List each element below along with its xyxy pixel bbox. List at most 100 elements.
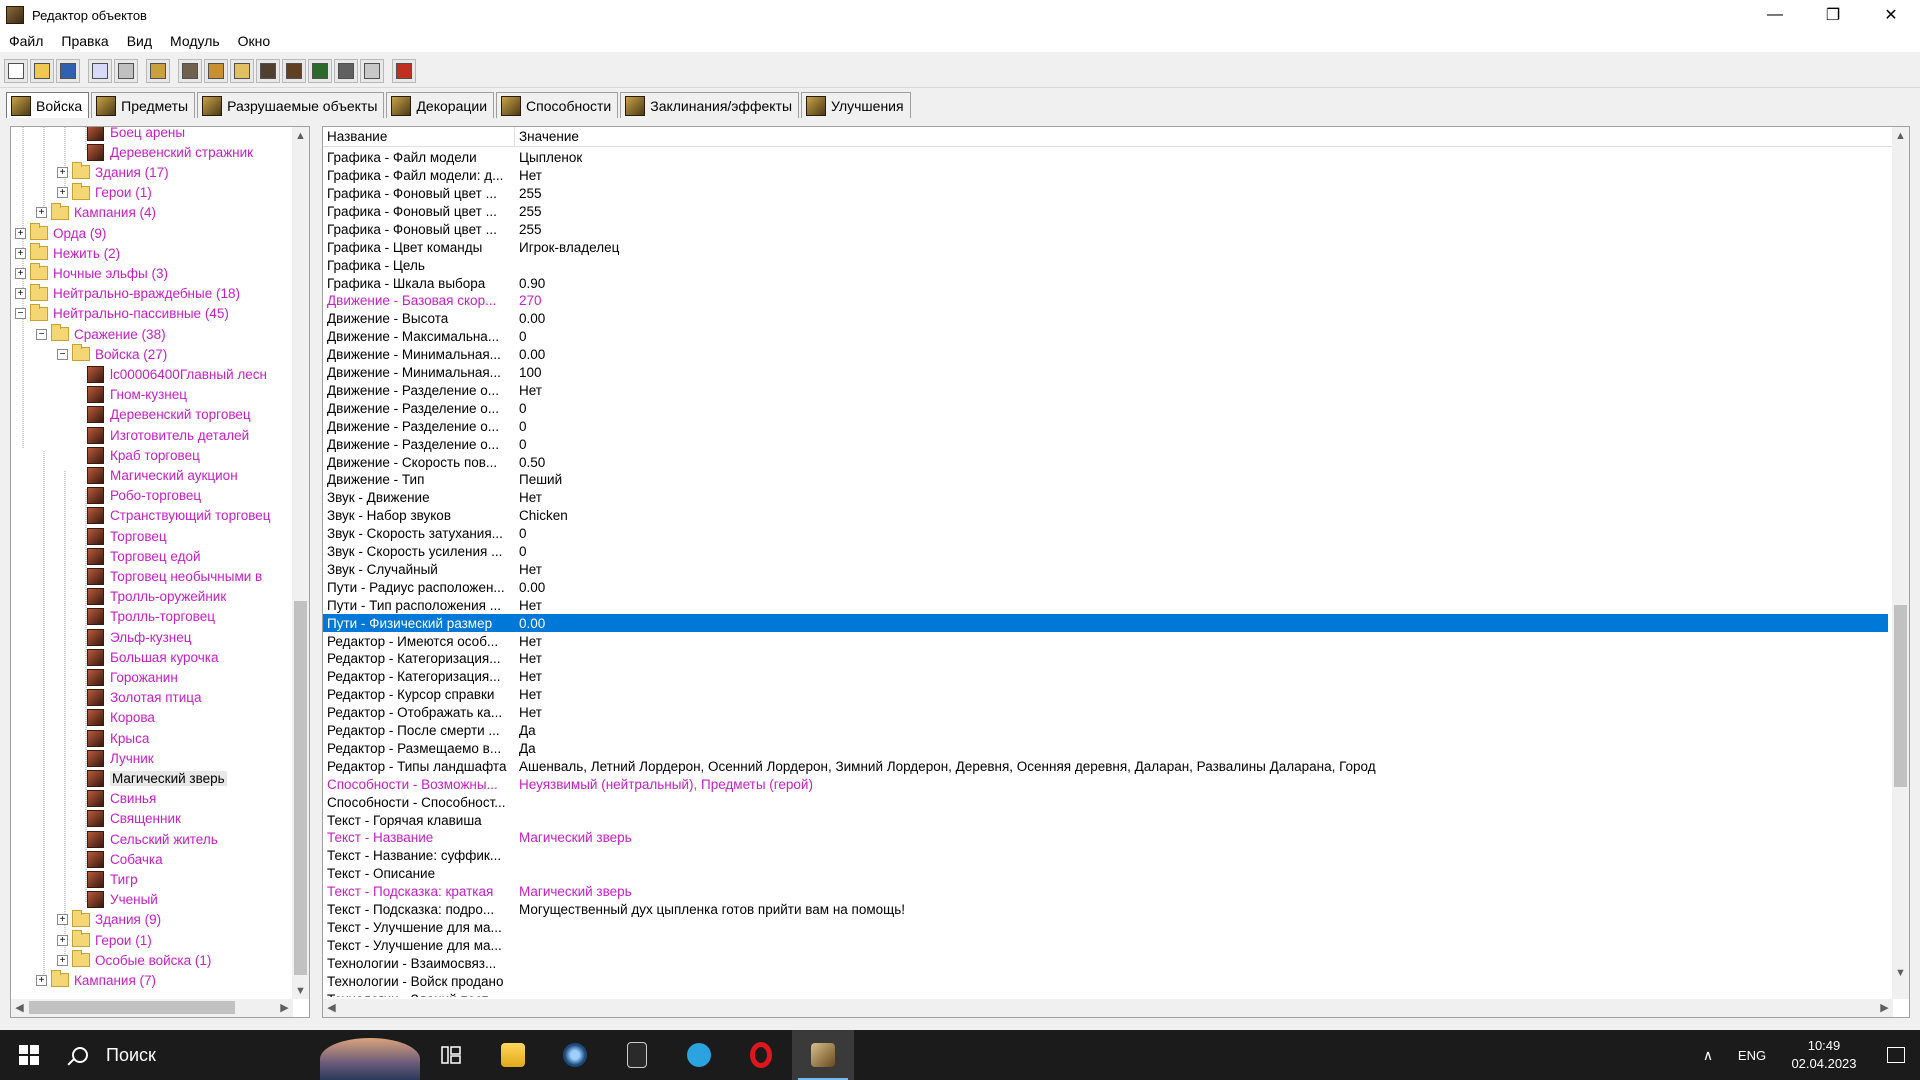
- tree-unit-item[interactable]: Краб торговец: [87, 445, 200, 465]
- opera-icon[interactable]: [730, 1030, 792, 1080]
- expand-icon[interactable]: +: [36, 207, 47, 219]
- property-value[interactable]: Нет: [515, 705, 1888, 720]
- tab-3[interactable]: Декорации: [386, 92, 495, 118]
- clock[interactable]: 10:49 02.04.2023: [1776, 1037, 1872, 1073]
- column-header-name[interactable]: Название: [323, 127, 515, 147]
- property-row[interactable]: Графика - Фоновый цвет ... 255: [323, 221, 1888, 239]
- property-row[interactable]: Графика - Шкала выбора 0.90: [323, 274, 1888, 292]
- property-value[interactable]: Пеший: [515, 472, 1888, 487]
- property-row[interactable]: Графика - Цель: [323, 256, 1888, 274]
- tree-unit-item[interactable]: Деревенский торговец: [87, 405, 251, 425]
- property-row[interactable]: Текст - Улучшение для ма...: [323, 937, 1888, 955]
- expand-icon[interactable]: +: [15, 247, 26, 259]
- tree-folder[interactable]: + Нейтрально-враждебные (18): [15, 283, 240, 304]
- property-row[interactable]: Движение - Максимальна... 0: [323, 328, 1888, 346]
- tree-folder[interactable]: + Нежить (2): [15, 243, 120, 263]
- property-row[interactable]: Способности - Способност...: [323, 793, 1888, 811]
- menu-file[interactable]: Файл: [0, 33, 52, 49]
- scroll-right-arrow-icon[interactable]: ▶: [1876, 999, 1893, 1016]
- tree-folder[interactable]: + Орда (9): [15, 223, 106, 243]
- terrain-icon[interactable]: [178, 58, 202, 83]
- expand-icon[interactable]: +: [15, 288, 26, 300]
- export-icon[interactable]: [360, 58, 384, 83]
- scroll-down-arrow-icon[interactable]: ▼: [292, 982, 309, 999]
- property-value[interactable]: 0.00: [515, 616, 1888, 631]
- tree-unit-item[interactable]: Робо-торговец: [87, 486, 201, 506]
- property-row[interactable]: Редактор - Размещаемо в... Да: [323, 740, 1888, 758]
- tree-folder[interactable]: − Сражение (38): [36, 324, 166, 344]
- property-value[interactable]: 0.00: [515, 311, 1888, 326]
- menu-window[interactable]: Окно: [229, 33, 280, 49]
- property-value[interactable]: Да: [515, 741, 1888, 756]
- tree-unit-item[interactable]: Большая курочка: [87, 647, 219, 667]
- tree-unit-item[interactable]: Магический аукцион: [87, 465, 238, 485]
- scroll-right-arrow-icon[interactable]: ▶: [276, 999, 293, 1016]
- close-button[interactable]: ✕: [1862, 0, 1920, 30]
- property-row[interactable]: Пути - Физический размер 0.00: [323, 614, 1888, 632]
- property-value[interactable]: Нет: [515, 562, 1888, 577]
- grid-horizontal-scrollbar[interactable]: ◀ ▶: [323, 999, 1893, 1017]
- tree-unit-item[interactable]: Торговец: [87, 526, 167, 546]
- tree-unit-item[interactable]: Торговец необычными в: [87, 566, 262, 586]
- property-value[interactable]: Нет: [515, 168, 1888, 183]
- property-value[interactable]: Нет: [515, 687, 1888, 702]
- property-row[interactable]: Движение - Базовая скор... 270: [323, 292, 1888, 310]
- property-row[interactable]: Звук - Движение Нет: [323, 489, 1888, 507]
- collapse-icon[interactable]: −: [57, 348, 68, 360]
- expand-icon[interactable]: +: [15, 267, 26, 279]
- tree-folder[interactable]: − Войска (27): [57, 344, 167, 364]
- property-value[interactable]: Нет: [515, 598, 1888, 613]
- property-row[interactable]: Текст - Горячая клавиша: [323, 811, 1888, 829]
- start-button[interactable]: [0, 1030, 58, 1080]
- property-value[interactable]: Chicken: [515, 508, 1888, 523]
- property-row[interactable]: Редактор - Имеются особ... Нет: [323, 632, 1888, 650]
- expand-icon[interactable]: +: [57, 914, 68, 926]
- property-value[interactable]: Нет: [515, 651, 1888, 666]
- tree-unit-item[interactable]: Корова: [87, 708, 155, 728]
- property-value[interactable]: 255: [515, 222, 1888, 237]
- file-explorer-icon[interactable]: [482, 1030, 544, 1080]
- import-icon[interactable]: [282, 58, 306, 83]
- expand-icon[interactable]: +: [57, 166, 68, 178]
- maximize-button[interactable]: ❐: [1804, 0, 1862, 30]
- property-row[interactable]: Движение - Разделение о... 0: [323, 418, 1888, 436]
- tree-folder[interactable]: + Герои (1): [57, 930, 152, 950]
- tree-folder[interactable]: + Кампания (4): [36, 202, 156, 223]
- property-value[interactable]: Игрок-владелец: [515, 240, 1888, 255]
- expand-icon[interactable]: +: [36, 974, 47, 986]
- tree-unit-item[interactable]: Тигр: [87, 869, 138, 889]
- property-value[interactable]: Неуязвимый (нейтральный), Предметы (геро…: [515, 777, 1888, 792]
- property-row[interactable]: Графика - Фоновый цвет ... 255: [323, 185, 1888, 203]
- property-row[interactable]: Движение - Тип Пеший: [323, 471, 1888, 489]
- tree-hscroll-thumb[interactable]: [29, 1001, 235, 1014]
- property-row[interactable]: Текст - Описание: [323, 865, 1888, 883]
- property-row[interactable]: Движение - Минимальная... 100: [323, 364, 1888, 382]
- tree-unit-item[interactable]: Горожанин: [87, 667, 178, 687]
- property-row[interactable]: Графика - Фоновый цвет ... 255: [323, 203, 1888, 221]
- tree-unit-item[interactable]: Крыса: [87, 728, 149, 748]
- tree-unit-item[interactable]: lc00006400Главный лесн: [87, 364, 267, 384]
- property-row[interactable]: Звук - Скорость усиления ... 0: [323, 543, 1888, 561]
- tree-unit-item[interactable]: Странствующий торговец: [87, 506, 270, 526]
- tree-folder[interactable]: + Ночные эльфы (3): [15, 263, 168, 283]
- property-row[interactable]: Редактор - Типы ландшафта Ашенваль, Летни…: [323, 758, 1888, 776]
- tree-unit-item[interactable]: Деревенский стражник: [87, 142, 253, 162]
- property-row[interactable]: Пути - Тип расположения ... Нет: [323, 597, 1888, 615]
- collapse-icon[interactable]: −: [15, 308, 26, 320]
- steam-icon[interactable]: [544, 1030, 606, 1080]
- tab-1[interactable]: Предметы: [91, 92, 196, 118]
- unit-icon[interactable]: [256, 58, 280, 83]
- property-row[interactable]: Редактор - Категоризация... Нет: [323, 668, 1888, 686]
- property-row[interactable]: Способности - Возможны... Неуязвимый (ней…: [323, 776, 1888, 794]
- tree-folder[interactable]: − Нейтрально-пассивные (45): [15, 303, 229, 324]
- chevron-up-icon[interactable]: ∧: [1688, 1047, 1728, 1064]
- taskbar-search[interactable]: Поиск: [58, 1030, 420, 1080]
- property-row[interactable]: Текст - Подсказка: подро... Могущественны…: [323, 901, 1888, 919]
- tree-unit-item[interactable]: Магический зверь: [87, 768, 227, 788]
- minimize-button[interactable]: —: [1746, 0, 1804, 30]
- property-value[interactable]: Могущественный дух цыпленка готов прийти…: [515, 902, 1888, 917]
- property-value[interactable]: 255: [515, 204, 1888, 219]
- scroll-up-arrow-icon[interactable]: ▲: [292, 127, 309, 144]
- property-value[interactable]: 0: [515, 544, 1888, 559]
- property-value[interactable]: Нет: [515, 669, 1888, 684]
